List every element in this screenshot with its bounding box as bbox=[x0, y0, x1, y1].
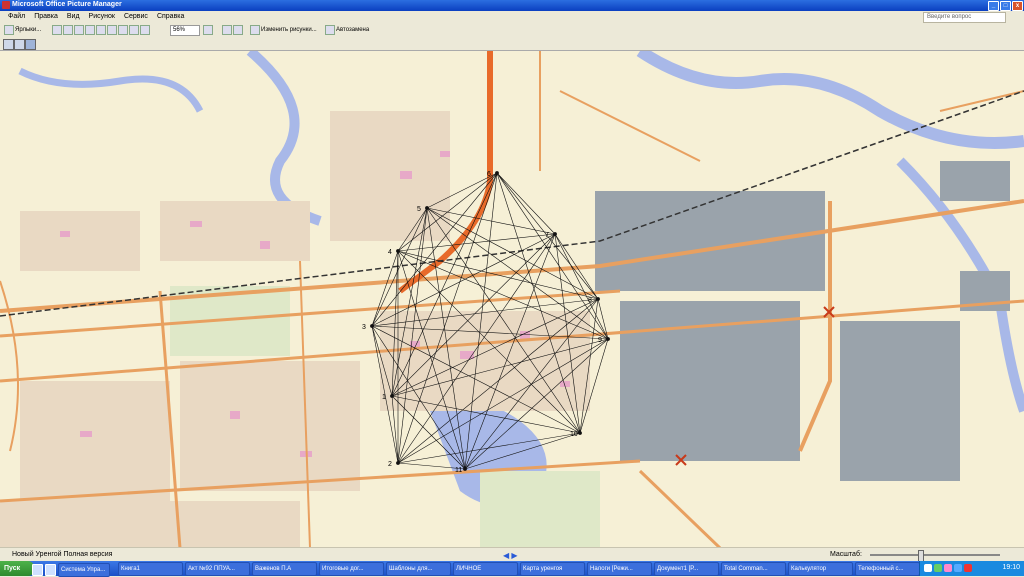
window-title: Microsoft Office Picture Manager bbox=[12, 1, 122, 8]
menu-tools[interactable]: Сервис bbox=[124, 13, 148, 20]
taskbar-task[interactable]: Калькулятор bbox=[788, 562, 853, 576]
rotate-left-icon[interactable] bbox=[222, 25, 232, 35]
node-point bbox=[495, 171, 499, 175]
tray-icon[interactable] bbox=[954, 564, 962, 572]
image-canvas[interactable]: 1 2 3 4 5 6 7 8 9 10 11 bbox=[0, 50, 1024, 548]
menu-edit[interactable]: Правка bbox=[34, 13, 58, 20]
delete-icon[interactable] bbox=[118, 25, 128, 35]
outlook-icon[interactable] bbox=[32, 564, 43, 576]
tray-icon[interactable] bbox=[944, 564, 952, 572]
edit-pictures-button[interactable]: Изменить рисунки... bbox=[250, 25, 317, 35]
node-point bbox=[463, 467, 467, 471]
toolbar: Ярлыки... 56% Изменить рисунки... Автоза… bbox=[0, 23, 1024, 39]
paste-icon[interactable] bbox=[107, 25, 117, 35]
node-label: 11 bbox=[455, 467, 462, 474]
node-label: 9 bbox=[598, 337, 602, 344]
save-icon[interactable] bbox=[52, 25, 62, 35]
rotate-tools bbox=[222, 25, 244, 35]
navigation-arrows[interactable]: ◀ ▶ bbox=[503, 551, 518, 560]
autocorrect-icon bbox=[325, 25, 335, 35]
shortcuts-icon bbox=[4, 25, 14, 35]
node-label: 3 bbox=[362, 324, 366, 331]
desktop-icon[interactable] bbox=[45, 564, 56, 576]
node-label: 8 bbox=[588, 297, 592, 304]
status-bar: Новый Уренгой Полная версия ◀ ▶ Масштаб: bbox=[0, 547, 1024, 562]
taskbar-task[interactable]: Налоги [Режи... bbox=[587, 562, 652, 576]
maximize-button[interactable]: □ bbox=[1000, 1, 1011, 11]
system-tray: 19:10 bbox=[919, 561, 1024, 576]
menu-file[interactable]: Файл bbox=[8, 13, 25, 20]
taskbar-task[interactable]: ЛИЧНОЕ bbox=[453, 562, 518, 576]
cut-icon[interactable] bbox=[85, 25, 95, 35]
shortcuts-button[interactable]: Ярлыки... bbox=[4, 25, 41, 35]
autocorrect-button[interactable]: Автозамена bbox=[325, 25, 369, 35]
node-point bbox=[553, 232, 557, 236]
taskbar-task[interactable]: Важенов П.А bbox=[252, 562, 317, 576]
taskbar-task[interactable]: Шаблоны для... bbox=[386, 562, 451, 576]
node-label: 2 bbox=[388, 461, 392, 468]
menu-picture[interactable]: Рисунок bbox=[89, 13, 115, 20]
edit-pictures-icon bbox=[250, 25, 260, 35]
node-label: 5 bbox=[417, 206, 421, 213]
menu-view[interactable]: Вид bbox=[67, 13, 80, 20]
view-toolbar bbox=[0, 38, 1024, 50]
tray-icon[interactable] bbox=[964, 564, 972, 572]
clock: 19:10 bbox=[1002, 564, 1020, 571]
zoom-label: Масштаб: bbox=[830, 551, 862, 558]
node-point bbox=[396, 461, 400, 465]
email-icon[interactable] bbox=[74, 25, 84, 35]
taskbar-task[interactable]: Книга1 bbox=[118, 562, 183, 576]
print-icon[interactable] bbox=[63, 25, 73, 35]
node-label: 1 bbox=[382, 394, 386, 401]
city-map: 1 2 3 4 5 6 7 8 9 10 11 bbox=[0, 51, 1024, 548]
edit-pictures-label: Изменить рисунки... bbox=[261, 27, 317, 33]
zoom-control: 56% bbox=[170, 24, 214, 36]
help-search-input[interactable]: Введите вопрос bbox=[923, 12, 1006, 23]
tray-icon[interactable] bbox=[934, 564, 942, 572]
node-point bbox=[578, 431, 582, 435]
close-button[interactable]: x bbox=[1012, 1, 1023, 11]
copy-icon[interactable] bbox=[96, 25, 106, 35]
taskbar-task[interactable]: Итоговые дог... bbox=[319, 562, 384, 576]
minimize-button[interactable]: _ bbox=[988, 1, 999, 11]
autocorrect-label: Автозамена bbox=[336, 27, 370, 33]
node-label: 6 bbox=[487, 171, 491, 178]
task-system[interactable]: Система Упра... bbox=[58, 563, 110, 577]
node-point bbox=[370, 324, 374, 328]
filmstrip-view-icon[interactable] bbox=[14, 39, 25, 50]
rotate-right-icon[interactable] bbox=[233, 25, 243, 35]
taskbar-task[interactable]: Карта уренгоя bbox=[520, 562, 585, 576]
redo-icon[interactable] bbox=[140, 25, 150, 35]
node-point bbox=[425, 206, 429, 210]
node-label: 4 bbox=[388, 249, 392, 256]
taskbar-task[interactable]: Акт №92 ППУА... bbox=[185, 562, 250, 576]
quick-launch: Система Упра... bbox=[32, 563, 110, 577]
node-label: 10 bbox=[570, 431, 578, 438]
single-view-icon[interactable] bbox=[25, 39, 36, 50]
node-point bbox=[596, 297, 600, 301]
node-label: 7 bbox=[545, 232, 549, 239]
tray-icon[interactable] bbox=[924, 564, 932, 572]
node-point bbox=[396, 249, 400, 253]
zoom-select[interactable]: 56% bbox=[170, 24, 200, 36]
node-point bbox=[606, 337, 610, 341]
menu-help[interactable]: Справка bbox=[157, 13, 184, 20]
node-point bbox=[390, 394, 394, 398]
title-bar: Microsoft Office Picture Manager _ □ x bbox=[0, 0, 1024, 11]
file-tools bbox=[52, 25, 151, 35]
taskbar-task[interactable]: Документ1 [Р... bbox=[654, 562, 719, 576]
taskbar-task[interactable]: Total Comman... bbox=[721, 562, 786, 576]
start-button[interactable]: Пуск bbox=[0, 561, 34, 576]
taskbar: Пуск Система Упра... Книга1 Акт №92 ППУА.… bbox=[0, 561, 1024, 577]
taskbar-task[interactable]: Телефонный с... bbox=[855, 562, 920, 576]
help-icon[interactable] bbox=[203, 25, 213, 35]
app-icon bbox=[2, 1, 10, 9]
thumbnail-view-icon[interactable] bbox=[3, 39, 14, 50]
shortcuts-label: Ярлыки... bbox=[15, 27, 42, 33]
zoom-slider[interactable] bbox=[870, 550, 1000, 562]
undo-icon[interactable] bbox=[129, 25, 139, 35]
document-name: Новый Уренгой Полная версия bbox=[12, 551, 113, 558]
